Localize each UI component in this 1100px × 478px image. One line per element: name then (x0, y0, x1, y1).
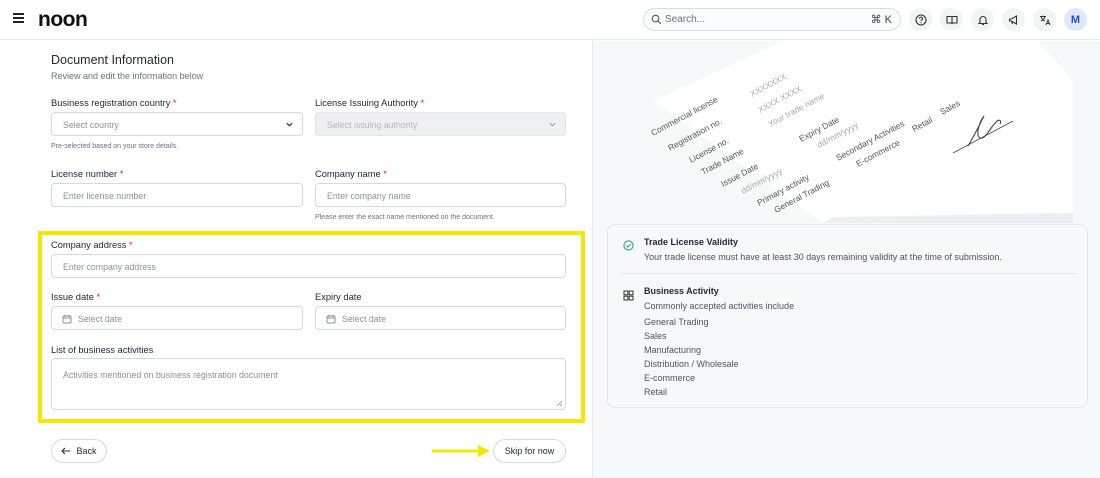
company-name-label: Company name * (315, 169, 387, 179)
validity-desc: Your trade license must have at least 30… (644, 252, 1002, 262)
business-country-help: Pre-selected based on your store details… (51, 143, 179, 150)
skip-for-now-button[interactable]: Skip for now (493, 439, 566, 463)
avatar[interactable]: M (1064, 8, 1087, 31)
search-placeholder: Search... (665, 14, 706, 25)
resize-grip-icon[interactable] (556, 400, 563, 407)
pointer-arrow-icon (432, 445, 490, 457)
activity-item: E-commerce (644, 373, 696, 383)
expiry-date-picker[interactable]: Select date (315, 306, 566, 330)
page-title: Document Information (51, 53, 174, 67)
license-number-input[interactable]: Enter license number (51, 183, 303, 207)
company-name-input[interactable]: Enter company name (315, 183, 566, 207)
company-name-help: Please enter the exact name mentioned on… (315, 214, 495, 221)
activity-desc: Commonly accepted activities include (644, 301, 795, 311)
page-subtitle: Review and edit the information below (51, 71, 204, 81)
activity-item: Sales (644, 331, 667, 341)
help-icon[interactable] (909, 8, 932, 31)
document-form-panel: Document Information Review and edit the… (0, 41, 592, 478)
activity-item: Distribution / Wholesale (644, 359, 739, 369)
validity-title: Trade License Validity (644, 237, 739, 247)
menu-icon[interactable] (13, 13, 25, 25)
arrow-left-icon (61, 447, 71, 455)
business-country-label: Business registration country * (51, 98, 177, 108)
back-button[interactable]: Back (51, 439, 107, 463)
info-card: Trade License Validity Your trade licens… (607, 224, 1088, 408)
search-bar[interactable]: Search... ⌘ K (643, 8, 901, 31)
company-address-input[interactable]: Enter company address (51, 254, 566, 278)
issue-date-picker[interactable]: Select date (51, 306, 303, 330)
chevron-down-icon (549, 122, 556, 127)
activity-title: Business Activity (644, 286, 719, 296)
translate-icon[interactable] (1033, 8, 1056, 31)
issuing-authority-label: License Issuing Authority * (315, 98, 425, 108)
company-address-label: Company address * (51, 240, 133, 250)
activity-item: General Trading (644, 317, 709, 327)
activity-item: Retail (644, 387, 668, 397)
info-panel: Commercial license Registration no. Lice… (593, 41, 1100, 478)
bell-icon[interactable] (971, 8, 994, 31)
book-icon[interactable] (940, 8, 963, 31)
card-divider (621, 273, 1078, 274)
activities-textarea[interactable]: Activities mentioned on business registr… (51, 358, 566, 410)
check-circle-icon (623, 240, 634, 251)
license-number-label: License number * (51, 169, 124, 179)
search-icon (651, 14, 662, 25)
search-shortcut: ⌘ K (870, 14, 892, 26)
grid-icon (623, 290, 634, 301)
top-bar: noon Search... ⌘ K M (0, 0, 1100, 40)
calendar-icon (326, 315, 336, 324)
chevron-down-icon (286, 122, 293, 127)
activity-item: Manufacturing (644, 345, 702, 355)
megaphone-icon[interactable] (1002, 8, 1025, 31)
noon-logo[interactable]: noon (38, 8, 88, 32)
activities-label: List of business activities (51, 345, 154, 355)
expiry-date-label: Expiry date (315, 292, 362, 302)
business-country-select[interactable]: Select country (51, 112, 303, 136)
calendar-icon (62, 315, 72, 324)
license-illustration: Commercial license Registration no. Lice… (649, 41, 1073, 223)
issuing-authority-select: Select issuing authority (315, 112, 566, 136)
issue-date-label: Issue date * (51, 292, 101, 302)
